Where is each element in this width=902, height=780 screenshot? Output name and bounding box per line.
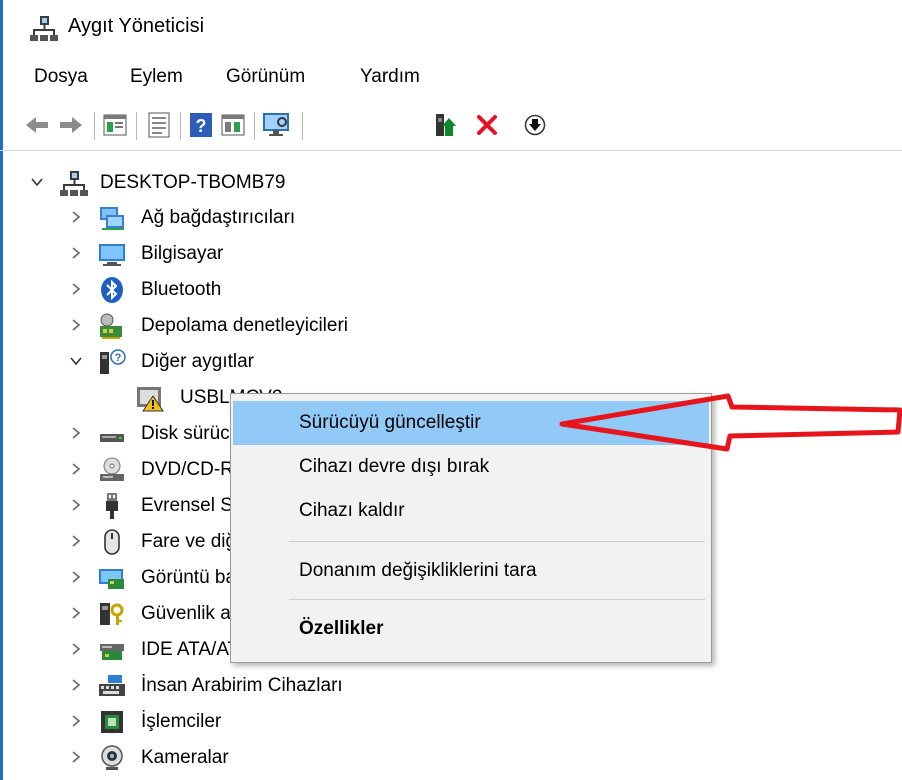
mouse-icon [104,529,120,555]
hid-icon [99,675,125,696]
context-separator [289,541,705,542]
chevron-right-icon[interactable] [70,535,82,547]
display-adapter-icon [99,569,124,589]
device-manager-icon [30,16,58,41]
list-view-icon[interactable] [144,108,174,142]
toolbar-separator [136,112,137,140]
tree-item-hid[interactable]: İnsan Arabirim Cihazları [0,668,900,704]
chevron-right-icon[interactable] [70,607,82,619]
context-item-disable-device[interactable]: Cihazı devre dışı bırak [233,445,709,489]
chevron-right-icon[interactable] [70,247,82,259]
chevron-right-icon[interactable] [70,679,82,691]
toolbar-separator [254,112,255,140]
context-item-uninstall-device[interactable]: Cihazı kaldır [233,489,709,533]
toolbar-separator [302,112,303,140]
tree-item-label: Ağ bağdaştırıcıları [141,207,296,228]
tree-item-label: Depolama denetleyicileri [141,315,348,336]
context-separator [289,599,705,600]
warning-device-icon [137,387,164,412]
tree-item-network-adapters[interactable]: Ağ bağdaştırıcıları [0,200,900,236]
chevron-down-icon[interactable] [70,355,82,367]
computer-network-icon [60,171,88,196]
chevron-right-icon[interactable] [70,571,82,583]
forward-arrow-icon[interactable] [56,108,86,142]
tree-item-label: İşlemciler [141,711,222,732]
back-arrow-icon[interactable] [22,108,52,142]
window-title: Aygıt Yöneticisi [68,15,205,37]
tree-item-label: Bluetooth [141,279,222,300]
context-item-scan-hardware[interactable]: Donanım değişikliklerini tara [233,549,709,593]
tree-item-label: Bilgisayar [141,243,224,264]
tree-item-cameras[interactable]: Kameralar [0,740,900,776]
tree-item-label: İnsan Arabirim Cihazları [141,675,343,696]
monitor-scan-icon[interactable] [262,108,292,142]
tree-item-computer[interactable]: Bilgisayar [0,236,900,272]
context-item-label: Sürücüyü güncelleştir [299,412,481,433]
network-adapter-icon [100,207,124,230]
tree-item-label: Diğer aygıtlar [141,351,254,372]
chevron-right-icon[interactable] [70,751,82,763]
menu-file[interactable]: Dosya [34,66,88,88]
toolbar-separator [180,112,181,140]
download-icon[interactable] [520,108,550,142]
tree-item-other-devices[interactable]: ? Diğer aygıtlar [0,344,900,380]
tree-item-processors[interactable]: İşlemciler [0,704,900,740]
disk-drive-icon [100,434,124,442]
storage-controller-icon [100,313,122,339]
update-driver-icon[interactable] [430,108,460,142]
chevron-right-icon[interactable] [70,319,82,331]
chevron-right-icon[interactable] [70,463,82,475]
chevron-right-icon[interactable] [70,499,82,511]
context-item-label: Özellikler [299,618,384,639]
toolbar-separator [94,112,95,140]
chevron-right-icon[interactable] [70,643,82,655]
menu-action[interactable]: Eylem [130,66,183,88]
tree-item-storage-controllers[interactable]: Depolama denetleyicileri [0,308,900,344]
camera-icon [101,745,123,770]
details-view-icon[interactable] [218,108,248,142]
context-item-label: Donanım değişikliklerini tara [299,560,537,581]
processor-icon [101,711,123,733]
bluetooth-icon [101,277,123,303]
properties-view-icon[interactable] [100,108,130,142]
chevron-down-icon[interactable] [31,176,43,188]
ide-controller-icon [100,644,124,660]
context-item-label: Cihazı devre dışı bırak [299,456,490,477]
context-menu: Sürücüyü güncelleştir Cihazı devre dışı … [230,393,712,663]
context-item-update-driver[interactable]: Sürücüyü güncelleştir [233,401,709,445]
chevron-right-icon[interactable] [70,211,82,223]
computer-icon [99,244,125,266]
uninstall-x-icon[interactable] [472,108,502,142]
dvd-drive-icon [100,457,124,481]
tree-root-label: DESKTOP-TBOMB79 [100,172,286,193]
chevron-right-icon[interactable] [70,427,82,439]
chevron-right-icon[interactable] [70,283,82,295]
title-bar: Aygıt Yöneticisi [0,0,902,56]
tree-root[interactable]: DESKTOP-TBOMB79 [0,165,900,201]
tree-item-bluetooth[interactable]: Bluetooth [0,272,900,308]
menu-view[interactable]: Görünüm [226,66,305,88]
chevron-right-icon[interactable] [70,715,82,727]
context-item-label: Cihazı kaldır [299,500,405,521]
tree-item-label: Kameralar [141,747,229,768]
svg-text:?: ? [196,116,207,136]
svg-text:?: ? [115,352,122,364]
security-device-icon [100,603,124,625]
other-devices-icon: ? [100,349,126,374]
context-item-properties[interactable]: Özellikler [233,607,709,651]
menu-help[interactable]: Yardım [360,66,420,88]
usb-icon [106,493,118,519]
help-icon[interactable]: ? [186,108,216,142]
